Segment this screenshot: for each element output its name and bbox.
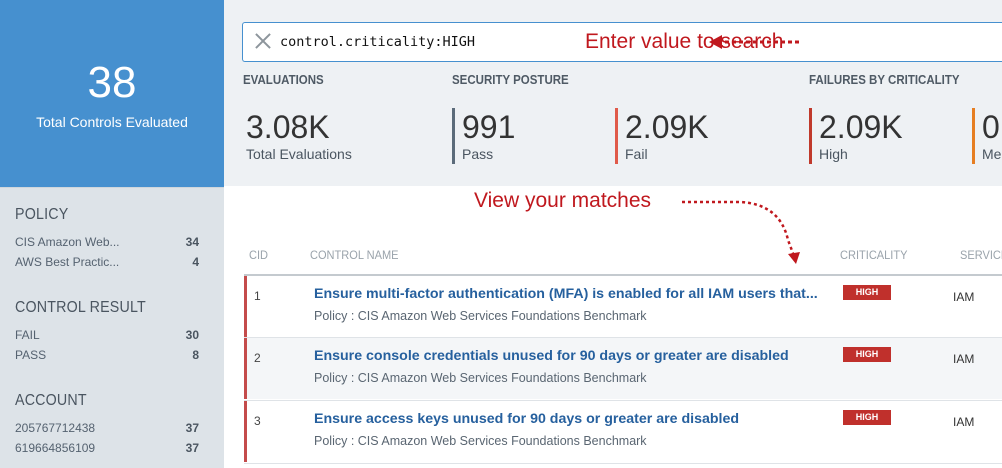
row-divider [244,463,1002,464]
metric-pass[interactable]: 991 Pass [452,108,515,164]
metric-medium[interactable]: 0 Me [972,108,1002,164]
row-service: IAM [953,415,975,429]
facet-item-count: 37 [185,421,199,435]
facet-account: ACCOUNT 205767712438 37 619664856109 37 [15,392,199,458]
section-title-evaluations: EVALUATIONS [243,73,324,87]
facet-item-label: CIS Amazon Web... [15,235,120,249]
facet-item[interactable]: FAIL 30 [15,325,199,345]
metric-value: 991 [462,109,516,145]
metric-high[interactable]: 2.09K High [809,108,903,164]
criticality-badge: HIGH [843,410,891,425]
row-policy: Policy : CIS Amazon Web Services Foundat… [314,434,647,448]
metric-label: High [819,146,848,162]
facet-item[interactable]: 205767712438 37 [15,418,199,438]
table-row[interactable]: 2 Ensure console credentials unused for … [244,338,1002,399]
facet-item-label: AWS Best Practic... [15,255,120,269]
facet-item-count: 8 [192,348,199,362]
table-row[interactable]: 3 Ensure access keys unused for 90 days … [244,401,1002,462]
metric-fail[interactable]: 2.09K Fail [615,108,709,164]
column-header-criticality[interactable]: CRITICALITY [840,248,907,262]
metric-value: 2.09K [819,109,903,145]
facet-title: ACCOUNT [15,392,87,409]
facet-control-result: CONTROL RESULT FAIL 30 PASS 8 [15,299,199,365]
criticality-badge: HIGH [843,347,891,362]
facet-item-label: 619664856109 [15,441,96,455]
annotation-arrow-down-icon [682,200,800,264]
facet-title: POLICY [15,206,69,223]
section-title-failures-by-criticality: FAILURES BY CRITICALITY [809,73,960,87]
row-cid: 1 [254,289,261,303]
metric-label: Pass [462,146,494,162]
criticality-badge: HIGH [843,285,891,300]
facet-item[interactable]: 619664856109 37 [15,438,199,458]
metric-label: Me [982,146,1002,162]
total-controls-count: 38 [87,58,137,107]
controls-table: View your matches CID CONTROL NAME CRITI… [224,186,1002,468]
column-header-control-name[interactable]: CONTROL NAME [310,248,399,262]
facet-item[interactable]: PASS 8 [15,345,199,365]
sidebar: 38 Total Controls Evaluated POLICY CIS A… [0,0,224,468]
column-header-cid[interactable]: CID [249,248,268,262]
facet-item-count: 4 [192,255,199,269]
search-hint-annotation: Enter value to search [585,30,784,53]
row-cid: 2 [254,351,261,365]
facet-item[interactable]: CIS Amazon Web... 34 [15,232,199,252]
sidebar-divider [0,187,224,188]
metric-value: 2.09K [625,109,709,145]
row-service: IAM [953,352,975,366]
matches-hint-annotation: View your matches [474,189,652,212]
control-name-link[interactable]: Ensure console credentials unused for 90… [314,348,789,364]
column-header-service[interactable]: SERVICE [960,248,1002,262]
section-title-security-posture: SECURITY POSTURE [452,73,569,87]
clear-search-icon[interactable] [253,31,273,51]
summary-panel: control.criticality:HIGH Enter value to … [224,0,1002,186]
metric-label: Fail [625,146,648,162]
metric-label: Total Evaluations [246,146,352,162]
facet-item-label: 205767712438 [15,421,96,435]
facet-title: CONTROL RESULT [15,299,146,316]
facet-item-label: PASS [15,348,47,362]
search-query[interactable]: control.criticality:HIGH [280,34,475,50]
metric-value: 0 [982,109,1000,145]
facet-policy: POLICY CIS Amazon Web... 34 AWS Best Pra… [15,206,199,272]
facet-item-count: 30 [185,328,199,342]
control-name-link[interactable]: Ensure access keys unused for 90 days or… [314,411,739,427]
row-cid: 3 [254,414,261,428]
metric-value: 3.08K [246,109,330,145]
total-controls-label: Total Controls Evaluated [36,114,188,130]
control-name-link[interactable]: Ensure multi-factor authentication (MFA)… [314,286,818,302]
row-service: IAM [953,290,975,304]
metric-total-evaluations[interactable]: 3.08K Total Evaluations [246,108,352,164]
table-row[interactable]: 1 Ensure multi-factor authentication (MF… [244,276,1002,337]
row-policy: Policy : CIS Amazon Web Services Foundat… [314,371,647,385]
facet-item-label: FAIL [15,328,40,342]
row-policy: Policy : CIS Amazon Web Services Foundat… [314,309,647,323]
facet-item-count: 37 [185,441,199,455]
total-controls-card: 38 Total Controls Evaluated [0,0,224,187]
facet-item-count: 34 [185,235,199,249]
facet-item[interactable]: AWS Best Practic... 4 [15,252,199,272]
